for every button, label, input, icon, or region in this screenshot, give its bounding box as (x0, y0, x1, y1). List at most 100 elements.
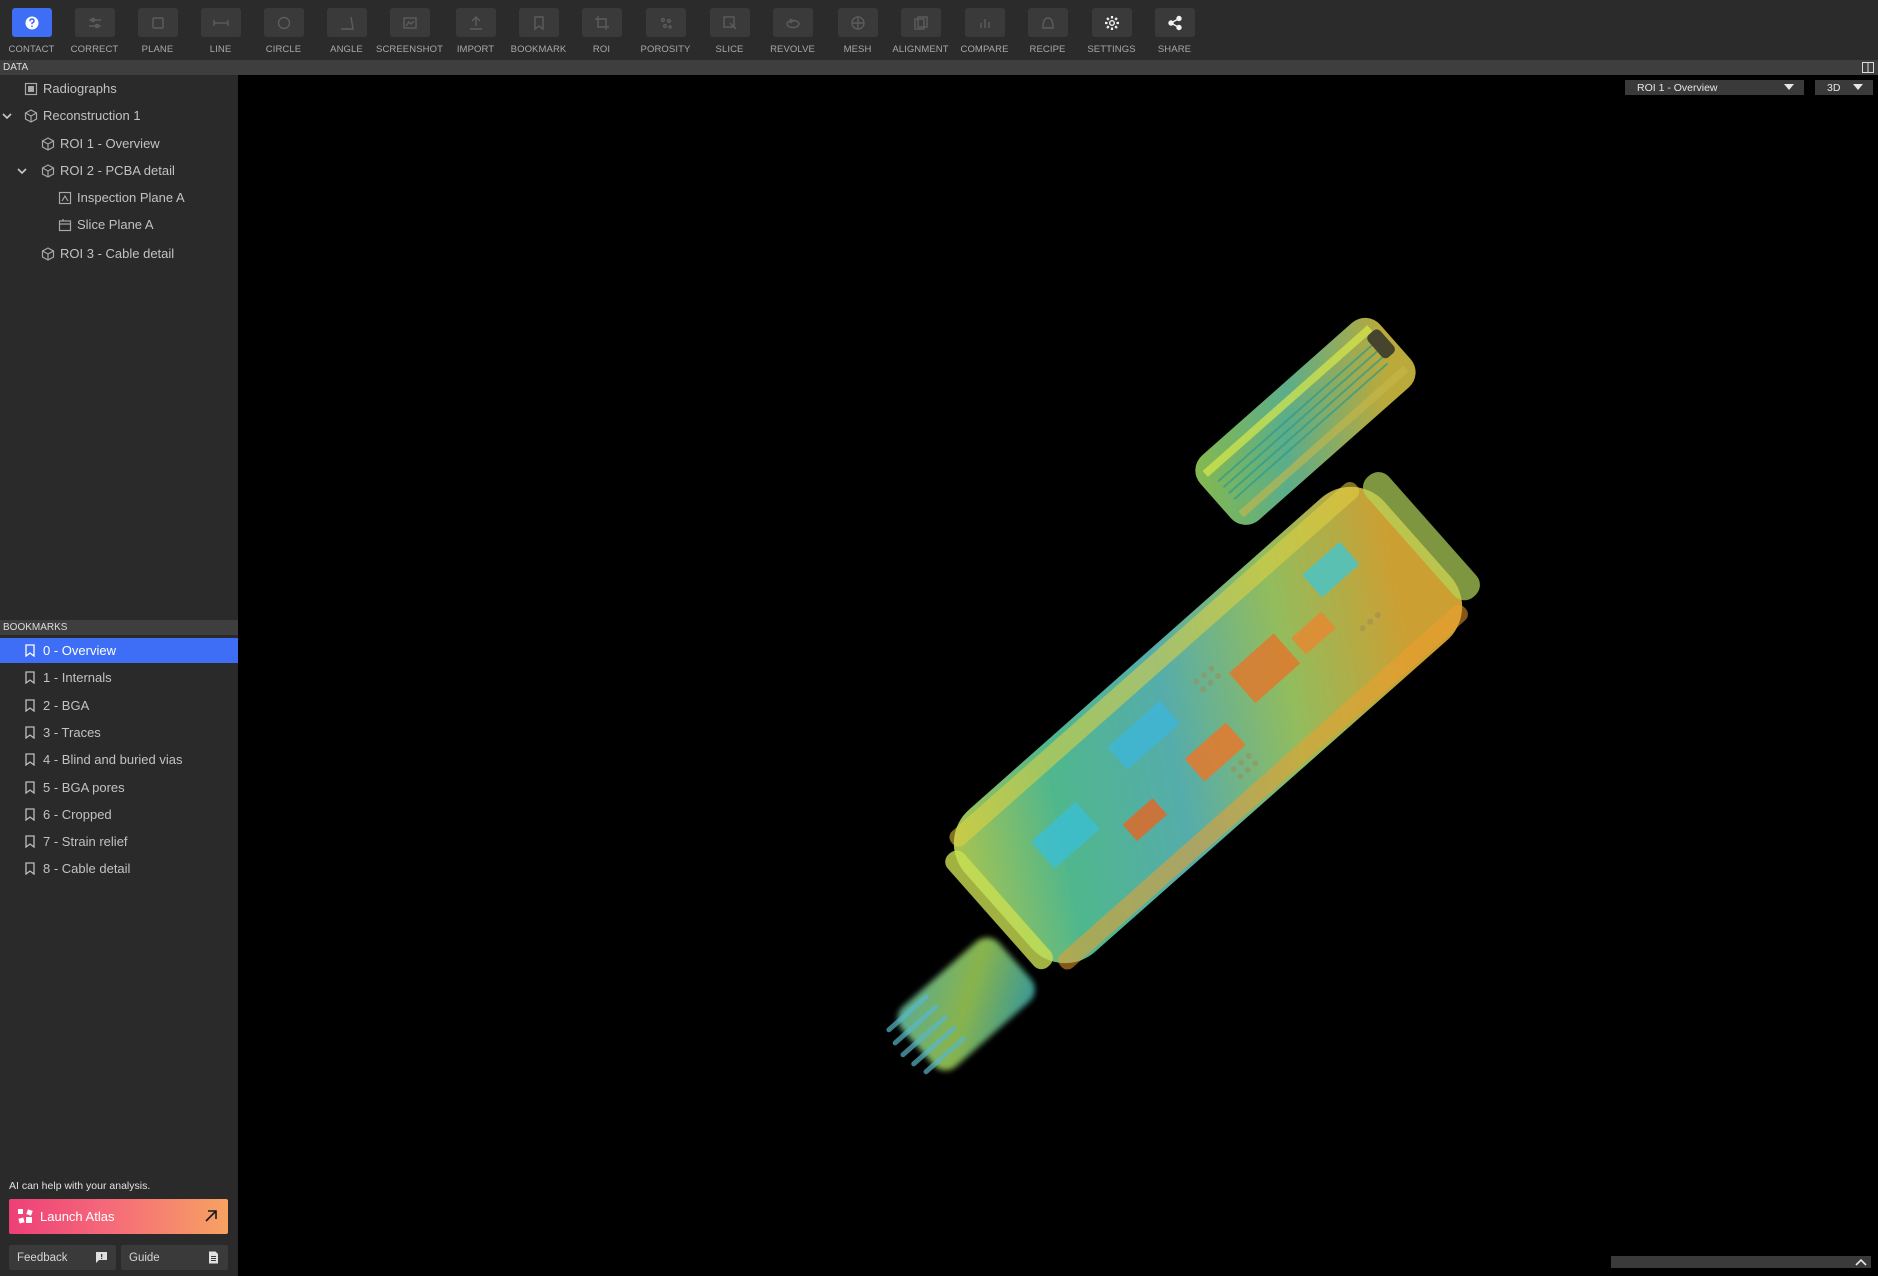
cube-icon (41, 137, 55, 151)
bookmark-label: 5 - BGA pores (43, 779, 125, 795)
tool-porosity[interactable]: POROSITY (634, 0, 697, 60)
bookmark-label: 8 - Cable detail (43, 861, 131, 877)
bookmark-item[interactable]: 5 - BGA pores (0, 775, 238, 800)
tool-compare-button[interactable] (964, 8, 1005, 37)
tree-item-inspection-plane-a[interactable]: Inspection Plane A (0, 184, 238, 211)
tool-label: SCREENSHOT (376, 44, 443, 55)
tree-item-label: Radiographs (43, 81, 117, 96)
tool-label: BOOKMARK (510, 44, 567, 55)
bookmark-label: 3 - Traces (43, 724, 101, 740)
bookmark-item[interactable]: 3 - Traces (0, 720, 238, 745)
tool-screenshot[interactable]: SCREENSHOT (376, 0, 443, 60)
tree-item-roi-1-overview[interactable]: ROI 1 - Overview (0, 130, 238, 157)
bookmark-icon (25, 780, 35, 794)
tree-item-roi-3-cable-detail[interactable]: ROI 3 - Cable detail (0, 240, 238, 267)
bookmark-label: 1 - Internals (43, 670, 112, 686)
data-section-header: DATA (0, 60, 238, 75)
tool-share-button[interactable] (1154, 8, 1195, 37)
tool-angle[interactable]: ANGLE (315, 0, 378, 60)
tool-revolve-button[interactable] (772, 8, 813, 37)
tool-plane[interactable]: PLANE (126, 0, 189, 60)
tool-plane-button[interactable] (137, 8, 178, 37)
feedback-button[interactable]: Feedback (9, 1245, 116, 1270)
bar-chart-icon (979, 18, 990, 28)
tool-label: ROI (592, 44, 611, 55)
tool-import-button[interactable] (455, 8, 496, 37)
tool-share[interactable]: SHARE (1143, 0, 1206, 60)
tool-contact-button[interactable] (11, 8, 52, 37)
tree-item-label: Slice Plane A (77, 217, 154, 232)
crop-icon (594, 15, 609, 30)
tool-circle[interactable]: CIRCLE (252, 0, 315, 60)
chevron-down-icon[interactable] (1, 110, 13, 122)
tool-mesh[interactable]: MESH (826, 0, 889, 60)
bookmark-icon (25, 671, 35, 685)
guide-button[interactable]: Guide (121, 1245, 228, 1270)
viewport-header-bar (238, 60, 1878, 75)
tool-correct-button[interactable] (74, 8, 115, 37)
tool-bookmark-button[interactable] (518, 8, 559, 37)
bookmark-item[interactable]: 7 - Strain relief (0, 829, 238, 854)
chevron-up-icon (1855, 1258, 1867, 1266)
tool-settings[interactable]: SETTINGS (1080, 0, 1143, 60)
bookmark-icon (25, 808, 35, 821)
tool-compare[interactable]: COMPARE (953, 0, 1016, 60)
tool-label: IMPORT (456, 44, 495, 55)
tool-roi[interactable]: ROI (570, 0, 633, 60)
launch-atlas-button[interactable]: Launch Atlas (9, 1199, 228, 1234)
tool-label: SLICE (715, 44, 744, 55)
panel-toggle-icon[interactable] (1862, 62, 1874, 73)
ct-volume-rendering[interactable] (238, 75, 1878, 1276)
tool-circle-button[interactable] (263, 8, 304, 37)
circle-icon (277, 16, 290, 29)
bookmark-item[interactable]: 8 - Cable detail (0, 856, 238, 881)
tool-contact[interactable]: CONTACT (0, 0, 63, 60)
bookmark-icon (25, 644, 35, 657)
tree-item-roi-2-pcba-detail[interactable]: ROI 2 - PCBA detail (0, 157, 238, 184)
tool-bookmark[interactable]: BOOKMARK (507, 0, 570, 60)
bookmark-label: 7 - Strain relief (43, 834, 128, 850)
tool-slice-button[interactable] (709, 8, 750, 37)
tool-label: POROSITY (640, 44, 691, 55)
tree-item-label: ROI 3 - Cable detail (60, 246, 175, 261)
tree-item-reconstruction-1[interactable]: Reconstruction 1 (0, 102, 238, 129)
tree-item-slice-plane-a[interactable]: Slice Plane A (0, 211, 238, 238)
tool-label: SETTINGS (1087, 44, 1136, 55)
tool-roi-button[interactable] (581, 8, 622, 37)
bookmark-item[interactable]: 1 - Internals (0, 665, 238, 690)
cube-icon (41, 247, 55, 261)
chevron-down-icon[interactable] (16, 165, 28, 177)
import-icon (469, 15, 482, 30)
tool-alignment-button[interactable] (900, 8, 941, 37)
sidebar: DATA Radiographs Reconstruction 1 ROI 1 - … (0, 60, 238, 1276)
tool-correct[interactable]: CORRECT (63, 0, 126, 60)
tool-recipe-button[interactable] (1027, 8, 1068, 37)
3d-viewport[interactable]: ROI 1 - Overview 3D (238, 60, 1878, 1276)
guide-label: Guide (129, 1251, 160, 1264)
tool-porosity-button[interactable] (645, 8, 686, 37)
viewport-bottom-panel[interactable] (1611, 1256, 1871, 1268)
mesh-icon (850, 15, 865, 30)
bookmark-item[interactable]: 4 - Blind and buried vias (0, 747, 238, 772)
bookmark-item[interactable]: 6 - Cropped (0, 802, 238, 827)
tool-recipe[interactable]: RECIPE (1016, 0, 1079, 60)
tool-label: REVOLVE (770, 44, 815, 55)
tree-item-radiographs[interactable]: Radiographs (0, 75, 238, 102)
bookmark-item[interactable]: 0 - Overview (0, 638, 238, 663)
tool-angle-button[interactable] (326, 8, 367, 37)
tool-import[interactable]: IMPORT (444, 0, 507, 60)
tool-mesh-button[interactable] (837, 8, 878, 37)
tool-settings-button[interactable] (1091, 8, 1132, 37)
bookmark-icon (25, 698, 35, 712)
tool-alignment[interactable]: ALIGNMENT (889, 0, 952, 60)
tool-label: MESH (843, 44, 872, 55)
bookmark-item[interactable]: 2 - BGA (0, 693, 238, 718)
screenshot-icon (402, 16, 417, 29)
tool-slice[interactable]: SLICE (698, 0, 761, 60)
tool-line-button[interactable] (200, 8, 241, 37)
tool-screenshot-button[interactable] (389, 8, 430, 37)
bookmark-icon (25, 862, 35, 876)
share-icon (1167, 15, 1182, 30)
tool-revolve[interactable]: REVOLVE (761, 0, 824, 60)
tool-line[interactable]: LINE (189, 0, 252, 60)
